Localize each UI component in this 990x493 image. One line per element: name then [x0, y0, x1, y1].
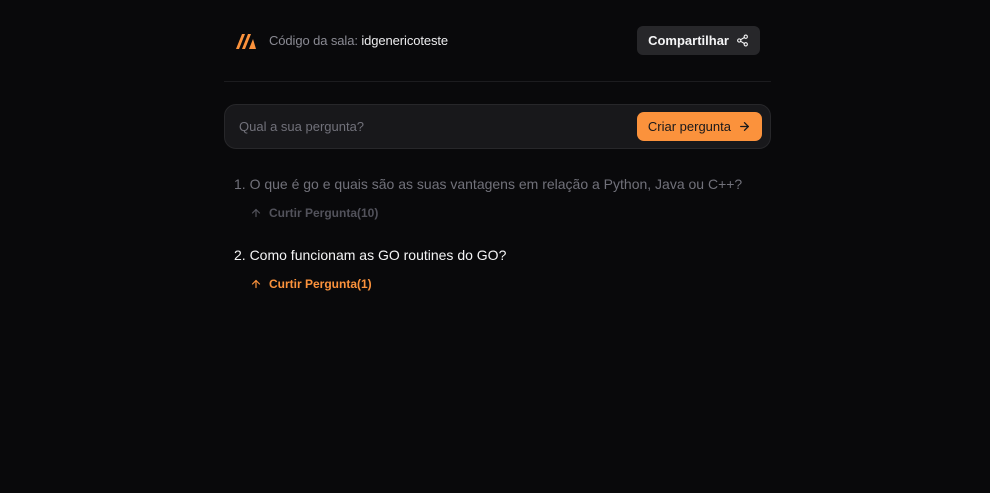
ask-question-form: Criar pergunta — [224, 104, 771, 149]
like-question-button[interactable]: Curtir Pergunta(10) — [250, 206, 378, 220]
like-question-button[interactable]: Curtir Pergunta(1) — [250, 277, 372, 291]
create-question-button[interactable]: Criar pergunta — [636, 112, 762, 141]
arrow-up-icon — [251, 208, 261, 218]
question-list: 1. O que é go e quais são as suas vantag… — [224, 175, 771, 291]
share-button[interactable]: Compartilhar — [637, 26, 760, 55]
room-code-value: idgenericoteste — [361, 33, 449, 48]
question-item: 1. O que é go e quais são as suas vantag… — [234, 175, 771, 220]
logo-icon — [236, 33, 256, 49]
like-question-label: Curtir Pergunta(10) — [269, 206, 379, 220]
like-question-label: Curtir Pergunta(1) — [269, 277, 372, 291]
room-page: Código da sala: idgenericoteste Comparti… — [224, 0, 771, 317]
share-icon — [737, 34, 748, 47]
header: Código da sala: idgenericoteste Comparti… — [224, 0, 771, 82]
question-item: 2. Como funcionam as GO routines do GO? … — [234, 246, 771, 291]
question-text: 1. O que é go e quais são as suas vantag… — [234, 176, 743, 192]
question-input[interactable] — [239, 119, 637, 134]
header-left: Código da sala: idgenericoteste — [234, 32, 448, 50]
question-text: 2. Como funcionam as GO routines do GO? — [234, 247, 507, 263]
share-button-label: Compartilhar — [648, 33, 729, 48]
arrow-right-icon — [740, 122, 749, 131]
room-code: Código da sala: idgenericoteste — [269, 33, 448, 48]
room-code-label: Código da sala: — [269, 33, 358, 48]
create-question-label: Criar pergunta — [647, 119, 731, 134]
arrow-up-icon — [251, 279, 261, 289]
